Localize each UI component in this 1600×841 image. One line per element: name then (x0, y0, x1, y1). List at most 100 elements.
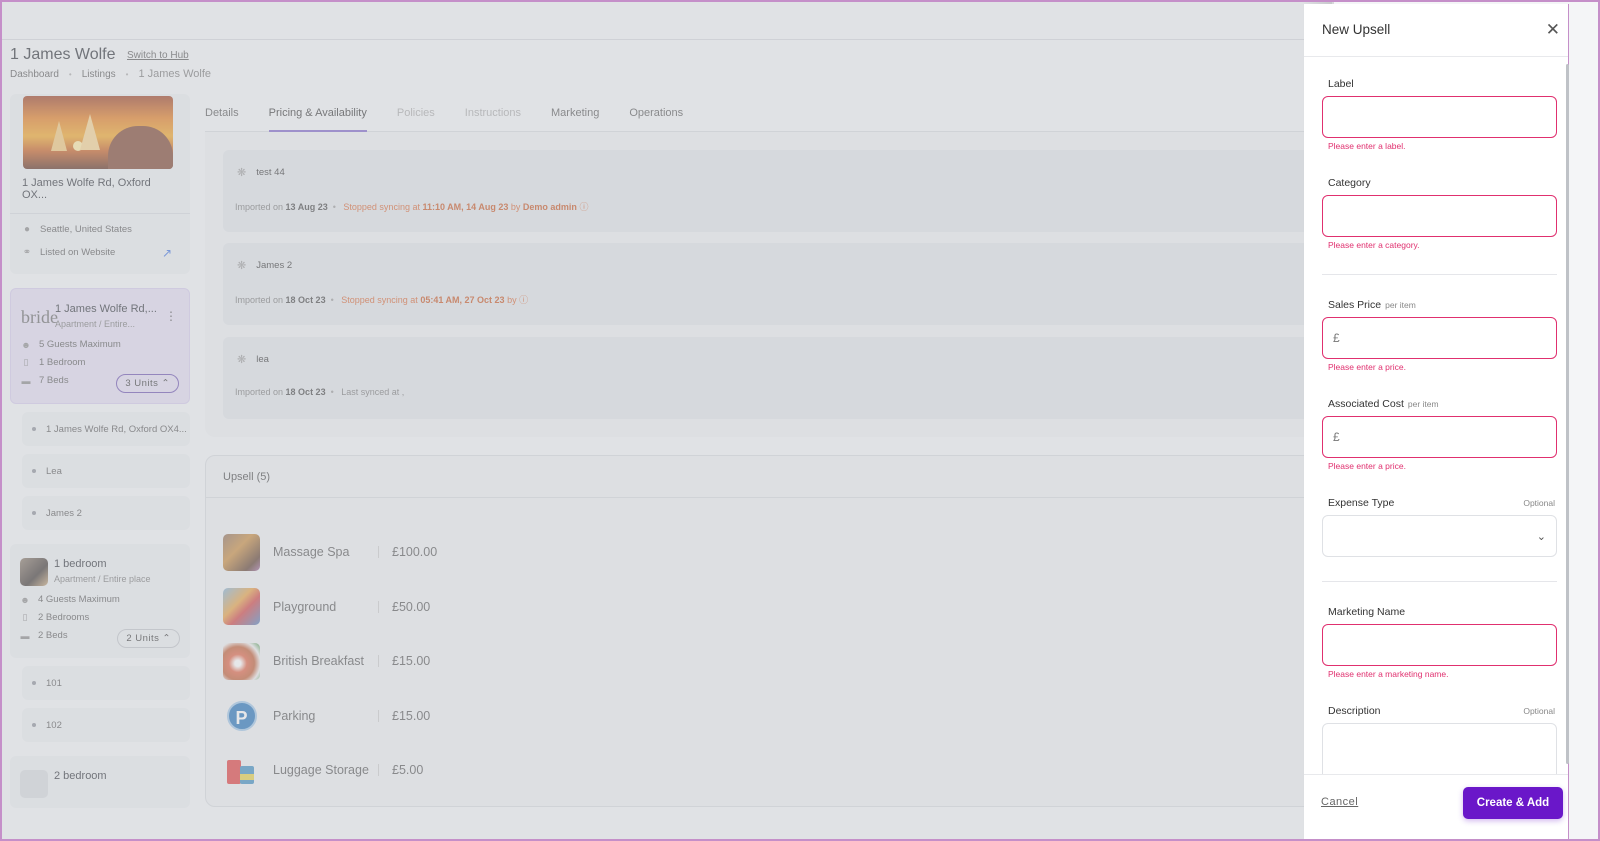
listing-tabs: Details Pricing & Availability Policies … (205, 94, 1325, 132)
description-field: Description Optional (1322, 705, 1557, 774)
listing-group-card[interactable]: 1 bedroom Apartment / Entire place ☻ 4 Gu… (10, 544, 190, 658)
label-error: Please enter a label. (1328, 141, 1406, 151)
label-field-label: Label (1328, 78, 1354, 90)
drawer-title: New Upsell (1322, 22, 1391, 37)
label-input[interactable] (1322, 96, 1557, 138)
currency-symbol: £ (1333, 331, 1340, 345)
massage-spa-thumbnail (223, 533, 260, 571)
playground-thumbnail (223, 588, 260, 626)
listing-group-card[interactable]: bride 1 James Wolfe Rd,... Apartment / E… (10, 288, 190, 404)
unit-item[interactable]: James 2 (22, 496, 190, 530)
close-icon[interactable]: ✕ (1546, 20, 1560, 40)
page-background: 1 James Wolfe Switch to Hub Dashboard • … (2, 2, 1332, 839)
group-title: 2 bedroom (54, 770, 107, 782)
breadcrumb-current: 1 James Wolfe (138, 68, 212, 80)
info-icon[interactable]: ⓘ (519, 295, 528, 305)
upsell-price: £15.00 (392, 708, 431, 723)
unit-item[interactable]: 102 (22, 708, 190, 742)
expense-type-select[interactable]: ⌄ (1322, 515, 1557, 557)
bedrooms-stat: ▯ 2 Bedrooms (20, 612, 180, 623)
units-toggle[interactable]: 2 Units ⌃ (117, 629, 180, 648)
category-field: Category Please enter a category. (1322, 177, 1557, 250)
associated-cost-label: Associated Cost (1328, 398, 1404, 410)
upsell-price: £5.00 (392, 763, 424, 778)
unit-item[interactable]: 1 James Wolfe Rd, Oxford OX4... (22, 412, 190, 446)
top-bar (2, 2, 1332, 40)
create-and-add-button[interactable]: Create & Add (1463, 787, 1563, 819)
channel-sync-panel: ❋ test 44 Imported on 13 Aug 23 • Stopped … (205, 132, 1325, 437)
units-toggle[interactable]: 3 Units ⌃ (116, 374, 179, 393)
sync-meta: Imported on 18 Oct 23 • Stopped syncing a… (235, 295, 529, 305)
group-subtitle: Apartment / Entire place (54, 574, 151, 584)
breadcrumb-separator: • (125, 69, 129, 79)
switch-to-hub-link[interactable]: Switch to Hub (127, 50, 189, 61)
chevron-up-icon: ⌃ (162, 633, 171, 644)
sync-card: ❋ James 2 Imported on 18 Oct 23 • Stopped … (223, 243, 1323, 325)
tab-details[interactable]: Details (205, 95, 239, 131)
group-title: 1 bedroom (54, 558, 107, 570)
upsell-name: Massage Spa (273, 545, 350, 560)
unit-item[interactable]: 101 (22, 666, 190, 700)
sync-meta: Imported on 13 Aug 23 • Stopped syncing a… (235, 202, 589, 212)
divider (1322, 274, 1557, 275)
globe-icon: ⚭ (22, 246, 32, 258)
divider (10, 213, 190, 214)
sales-price-label: Sales Price (1328, 299, 1382, 311)
cancel-button[interactable]: Cancel (1321, 796, 1358, 808)
category-error: Please enter a category. (1328, 240, 1420, 250)
tab-policies[interactable]: Policies (397, 95, 435, 131)
upsell-item[interactable]: Luggage Storage £5.00 (206, 743, 1324, 798)
parking-icon: P (223, 697, 260, 734)
tab-marketing[interactable]: Marketing (551, 95, 599, 131)
page-title: 1 James Wolfe (10, 46, 116, 63)
breadcrumb-listings[interactable]: Listings (82, 69, 116, 80)
website-text: Listed on Website (40, 247, 116, 258)
listing-summary-card: 1 James Wolfe Rd, Oxford OX... ● Seattle… (10, 94, 190, 274)
luggage-icon (223, 752, 260, 789)
british-breakfast-thumbnail (223, 642, 260, 680)
marketing-name-label: Marketing Name (1328, 606, 1406, 618)
more-options-icon[interactable]: ⋮ (165, 309, 177, 323)
sync-icon: ❋ (237, 167, 247, 179)
info-icon[interactable]: ⓘ (579, 202, 588, 212)
category-input[interactable] (1322, 195, 1557, 237)
group-title: 1 James Wolfe Rd,... (55, 303, 157, 315)
drawer-scrollbar[interactable] (1566, 64, 1569, 764)
tab-instructions[interactable]: Instructions (465, 95, 521, 131)
divider (1322, 581, 1557, 582)
upsell-price: £15.00 (392, 654, 431, 669)
upsell-item[interactable]: British Breakfast £15.00 (206, 634, 1324, 689)
bedrooms-stat: ▯ 1 Bedroom (21, 357, 179, 368)
external-link-icon[interactable]: ↗ (162, 246, 172, 260)
listing-address: 1 James Wolfe Rd, Oxford OX... (22, 177, 151, 201)
door-icon: ▯ (22, 612, 28, 622)
upsell-item[interactable]: Massage Spa £100.00 (206, 525, 1324, 580)
description-label: Description (1328, 705, 1381, 717)
guests-stat: ☻ 4 Guests Maximum (20, 594, 120, 605)
marketing-name-error: Please enter a marketing name. (1328, 669, 1449, 679)
associated-cost-error: Please enter a price. (1328, 461, 1406, 471)
associated-cost-input[interactable]: £ (1322, 416, 1557, 458)
expense-type-label: Expense Type (1328, 497, 1395, 509)
guests-icon: ☻ (20, 594, 30, 605)
marketing-name-field: Marketing Name Please enter a marketing … (1322, 606, 1557, 679)
upsell-name: Playground (273, 599, 337, 614)
tab-pricing-availability[interactable]: Pricing & Availability (268, 95, 368, 132)
description-textarea[interactable] (1322, 723, 1557, 774)
group-thumbnail (20, 558, 48, 586)
unit-item[interactable]: Lea (22, 454, 190, 488)
door-icon: ▯ (23, 357, 29, 367)
listing-group-card[interactable]: 2 bedroom (10, 756, 190, 808)
location-pin-icon: ● (23, 223, 31, 235)
upsell-list: Massage Spa £100.00 Playground £50.00 Br… (206, 498, 1324, 798)
tab-operations[interactable]: Operations (629, 95, 683, 131)
upsell-item[interactable]: P Parking £15.00 (206, 689, 1324, 744)
upsell-item[interactable]: Playground £50.00 (206, 580, 1324, 635)
bed-icon: ▬ (21, 375, 31, 386)
marketing-name-input[interactable] (1322, 624, 1557, 666)
sales-price-error: Please enter a price. (1328, 362, 1406, 372)
breadcrumb-dashboard[interactable]: Dashboard (10, 69, 59, 80)
sales-price-field: Sales Price per item £ Please enter a pri… (1322, 299, 1557, 372)
sales-price-input[interactable]: £ (1322, 317, 1557, 359)
group-subtitle: Apartment / Entire... (55, 319, 136, 329)
